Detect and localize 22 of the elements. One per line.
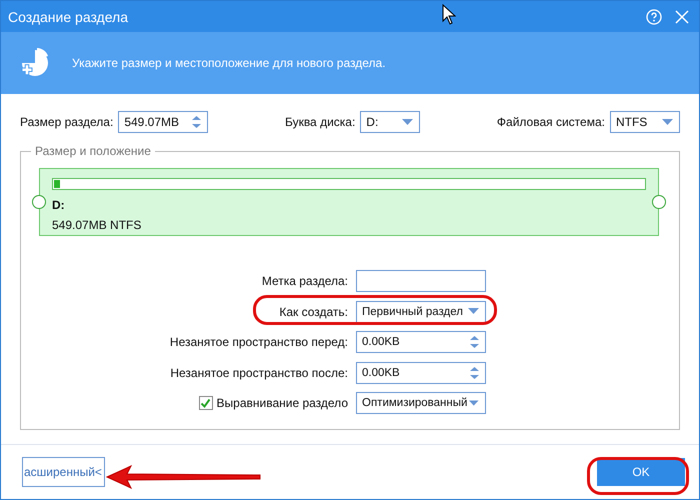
window-title: Создание раздела xyxy=(8,8,128,24)
size-spinner[interactable]: 549.07MB xyxy=(118,111,208,133)
field-label: Незанятое пространство перед: xyxy=(170,335,348,349)
field-label: Выравнивание раздело xyxy=(216,396,348,410)
field-label: Размер раздела: xyxy=(20,115,114,129)
group-title: Размер и положение xyxy=(31,144,155,158)
size-spinner[interactable]: 0.00KB xyxy=(356,331,486,353)
dropdown[interactable]: NTFS xyxy=(610,111,680,133)
field-label: Метка раздела: xyxy=(262,274,348,288)
header-text: Укажите размер и местоположение для нового раздела. xyxy=(72,56,386,70)
field-label: Как создать: xyxy=(279,304,348,318)
dropdown[interactable]: Первичный раздел xyxy=(356,300,486,322)
ok-button[interactable]: OK xyxy=(597,458,685,486)
advanced-link[interactable]: асширенный< xyxy=(22,457,105,487)
field-label: Файловая система: xyxy=(496,115,605,129)
dropdown[interactable]: Оптимизированный xyxy=(356,392,486,414)
field-label: Незанятое пространство после: xyxy=(170,366,348,380)
partition-details: 549.07MB NTFS xyxy=(52,218,142,232)
partition-letter: D: xyxy=(52,198,66,212)
size-spinner[interactable]: 0.00KB xyxy=(356,362,486,384)
field-label: Буква диска: xyxy=(284,115,356,129)
dropdown[interactable]: D: xyxy=(360,111,420,133)
